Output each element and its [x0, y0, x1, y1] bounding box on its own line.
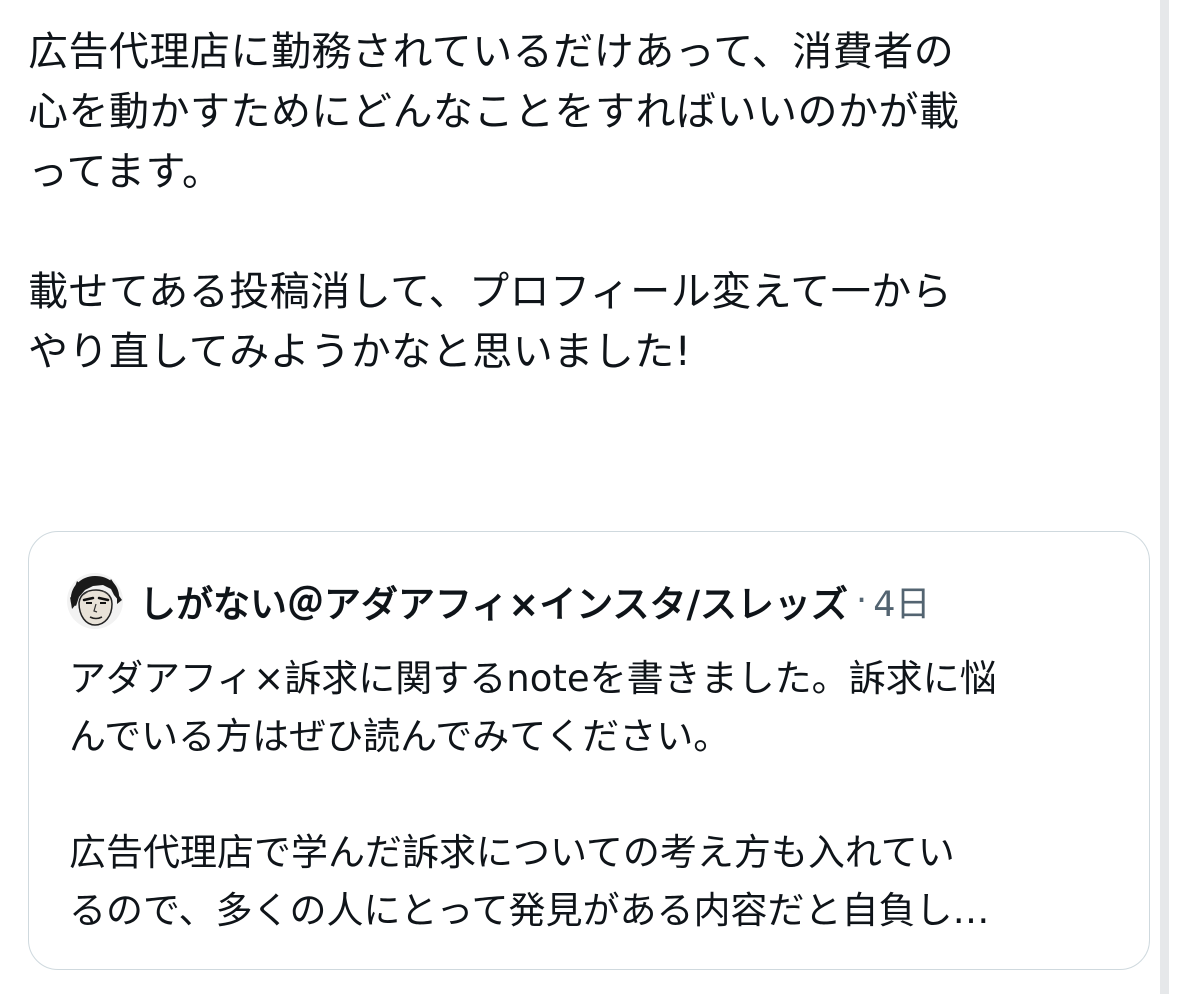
quoted-post-time[interactable]: 4日 — [873, 576, 930, 627]
quoted-text-line: んでいる方はぜひ読んでみてください。 — [69, 715, 731, 758]
post-text: 広告代理店に勤務されているだけあって、消費者の 心を動かすためにどんなことをすれ… — [28, 22, 1138, 382]
post-text-line: 心を動かすためにどんなことをすればいいのかが載 — [28, 89, 960, 135]
separator-dot: · — [856, 581, 868, 621]
post-text-line: やり直してみようかなと思いました! — [28, 329, 692, 375]
quoted-post-header: しがない＠アダアフィ×インスタ/スレッズ · 4日 — [67, 572, 930, 630]
quoted-post-card[interactable]: しがない＠アダアフィ×インスタ/スレッズ · 4日 アダアフィ×訴求に関するno… — [28, 531, 1150, 970]
quoted-text-line: るので、多くの人にとって発見がある内容だと自負し… — [69, 889, 990, 932]
quoted-text-line: 広告代理店で学んだ訴求についての考え方も入れてい — [69, 831, 955, 874]
quoted-author-name[interactable]: しがない＠アダアフィ×インスタ/スレッズ — [139, 574, 848, 628]
scrollbar-track[interactable] — [1160, 0, 1169, 994]
quoted-text-line: アダアフィ×訴求に関するnoteを書きました。訴求に悩 — [69, 657, 997, 700]
avatar[interactable] — [67, 573, 123, 629]
post-text-line: 広告代理店に勤務されているだけあって、消費者の — [28, 29, 955, 75]
quoted-post-text: アダアフィ×訴求に関するnoteを書きました。訴求に悩 んでいる方はぜひ読んでみ… — [69, 650, 997, 940]
post-text-line: 載せてある投稿消して、プロフィール変えて一から — [28, 269, 953, 315]
post-text-line: ってます。 — [28, 149, 223, 195]
